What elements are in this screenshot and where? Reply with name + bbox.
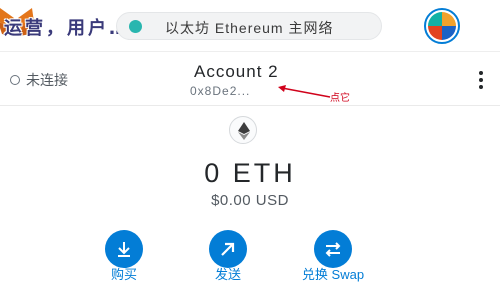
top-bar: 运营，用户…………则是送接给 以太坊 Ethereum 主网络 (0, 0, 500, 52)
ethereum-icon (229, 116, 257, 144)
swap-button[interactable]: 兑换 Swap (293, 228, 373, 300)
balance-secondary: $0.00 USD (211, 192, 289, 209)
send-button[interactable]: 发送 (188, 228, 268, 300)
buy-button[interactable]: 购买 (84, 228, 164, 300)
buy-label: 购买 (110, 267, 137, 282)
account-address-copy[interactable]: 0x8De2... (190, 84, 250, 98)
account-row: 未连接 Account 2 0x8De2... (0, 56, 500, 106)
connection-status[interactable]: 未连接 (10, 71, 68, 89)
buy-button-circle (105, 230, 143, 268)
swap-button-circle (314, 230, 352, 268)
arrow-up-right-icon (221, 242, 235, 256)
swap-icon (325, 242, 341, 257)
action-buttons: 购买 发送 兑换 Swap (0, 228, 500, 300)
status-circle-icon (10, 75, 20, 85)
annotation-arrow-icon (278, 85, 331, 98)
annotation-label: 点它 (330, 93, 350, 104)
send-label: 发送 (214, 267, 241, 282)
send-button-circle (209, 230, 247, 268)
kebab-menu-icon[interactable] (476, 70, 486, 90)
network-name: 以太坊 Ethereum 主网络 (165, 20, 334, 36)
account-name: Account 2 (194, 62, 279, 81)
account-avatar[interactable] (424, 8, 460, 44)
connection-status-label: 未连接 (26, 72, 68, 88)
network-selector[interactable]: 以太坊 Ethereum 主网络 (116, 12, 382, 40)
swap-label: 兑换 Swap (301, 267, 365, 282)
download-icon (118, 242, 130, 257)
balance-primary: 0 ETH (204, 158, 296, 188)
jazzicon-avatar-icon (428, 12, 456, 40)
network-status-dot (129, 20, 142, 33)
